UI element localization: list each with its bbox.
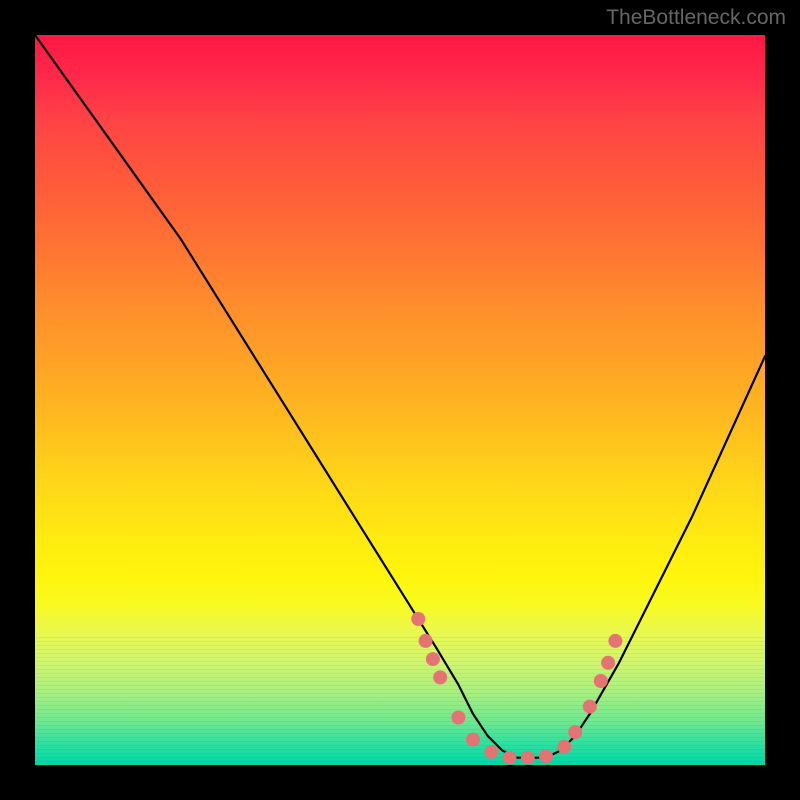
marker-dot bbox=[433, 670, 447, 684]
marker-dot bbox=[539, 749, 553, 763]
chart-area bbox=[35, 35, 765, 765]
marker-dot bbox=[521, 751, 535, 765]
marker-dot bbox=[466, 733, 480, 747]
marker-dot bbox=[594, 674, 608, 688]
marker-dot bbox=[583, 700, 597, 714]
marker-dot bbox=[451, 711, 465, 725]
marker-dot bbox=[503, 751, 517, 765]
marker-dot bbox=[419, 634, 433, 648]
marker-dot bbox=[426, 652, 440, 666]
marker-dot bbox=[608, 634, 622, 648]
marker-dot bbox=[411, 612, 425, 626]
curve-markers bbox=[411, 612, 622, 765]
marker-dot bbox=[601, 656, 615, 670]
watermark-text: TheBottleneck.com bbox=[606, 6, 786, 30]
marker-dot bbox=[568, 725, 582, 739]
chart-overlay-svg bbox=[35, 35, 765, 765]
marker-dot bbox=[484, 745, 498, 759]
bottleneck-curve bbox=[35, 35, 765, 758]
marker-dot bbox=[557, 740, 571, 754]
